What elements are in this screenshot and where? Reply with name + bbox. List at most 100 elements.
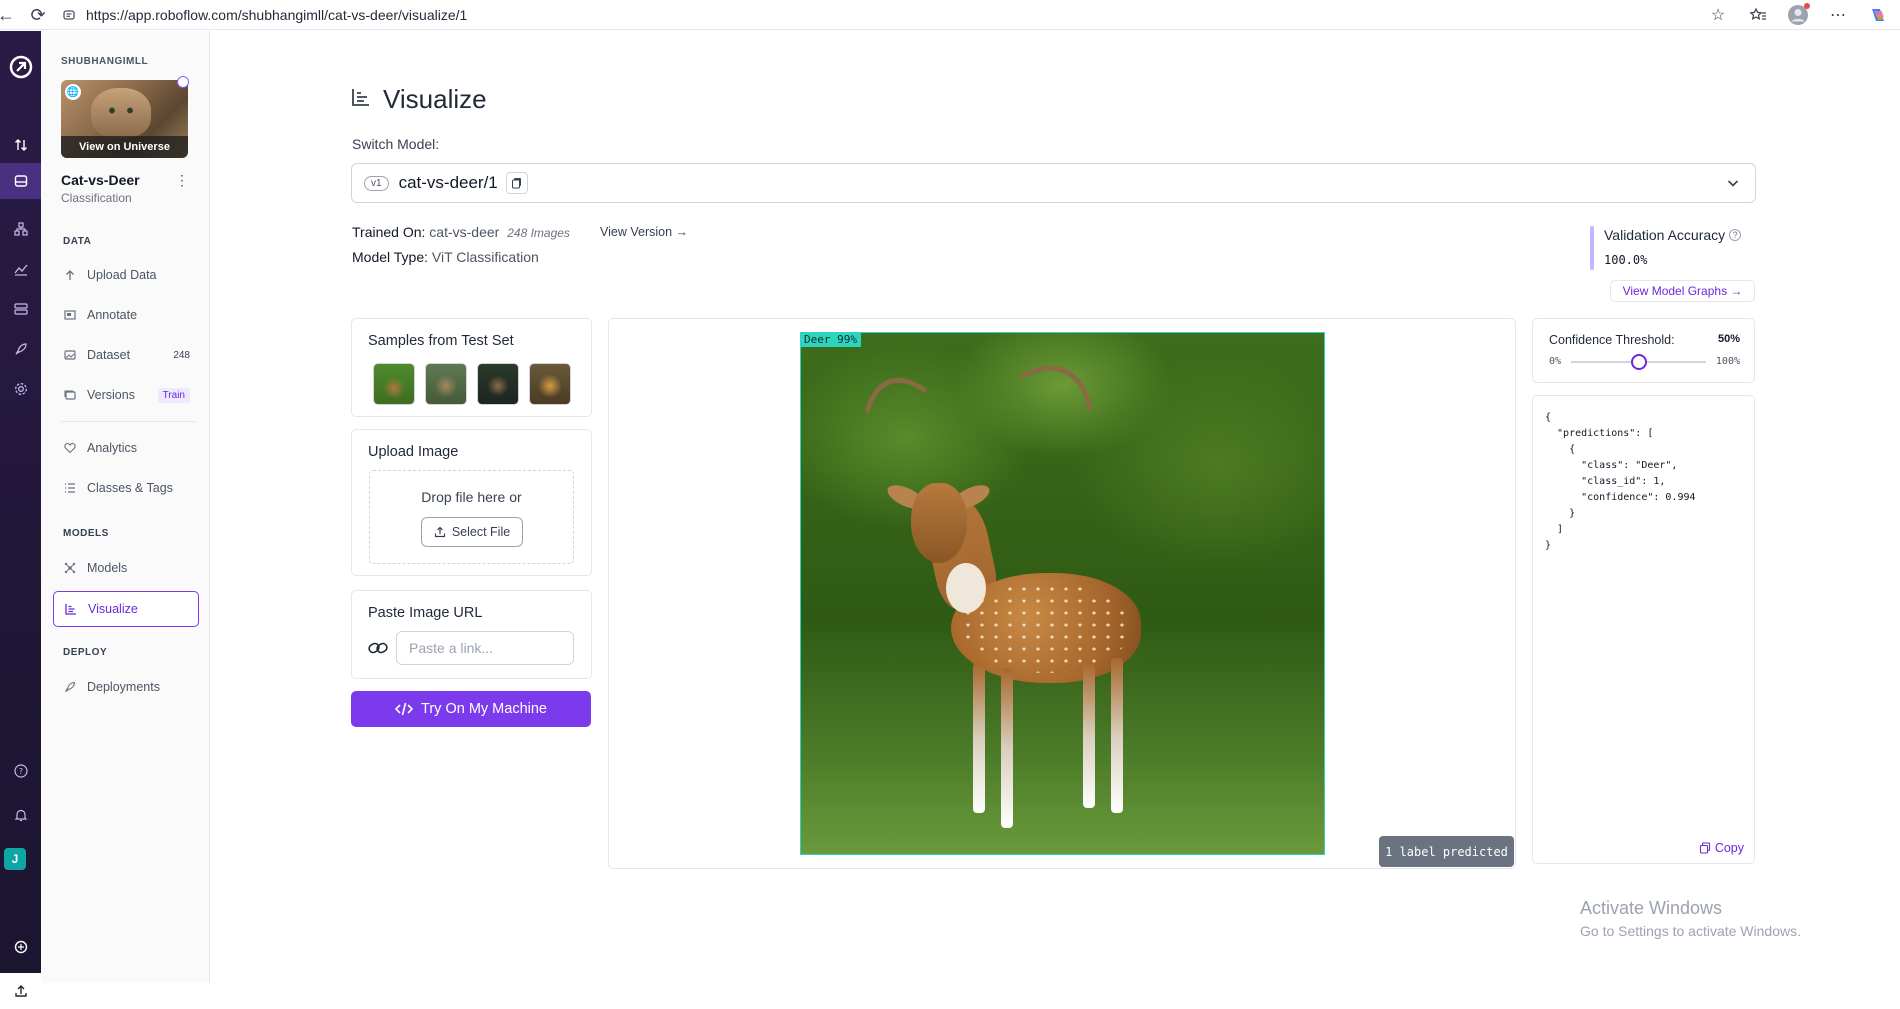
favorites-icon[interactable] <box>1742 1 1774 29</box>
sample-thumbnail[interactable] <box>529 363 571 405</box>
rocket-icon[interactable] <box>0 331 41 367</box>
link-icon <box>368 642 388 654</box>
validation-accuracy-label: Validation Accuracy ? <box>1604 227 1742 243</box>
workspace-name[interactable]: SHUBHANGIMLL <box>61 56 148 67</box>
transfer-icon[interactable] <box>0 127 41 163</box>
labels-predicted-chip: 1 label predicted <box>1379 836 1514 867</box>
upload-icon <box>434 526 445 538</box>
copilot-icon[interactable] <box>1862 1 1894 29</box>
help-icon[interactable]: ? <box>0 753 41 789</box>
train-badge[interactable]: Train <box>157 387 190 403</box>
confidence-label: Confidence Threshold: <box>1549 333 1675 347</box>
more-options-icon[interactable]: ⋯ <box>1822 1 1854 29</box>
image-url-input[interactable] <box>396 631 574 665</box>
docs-icon[interactable] <box>0 929 41 965</box>
copy-model-id-button[interactable] <box>505 172 528 194</box>
deer-chest <box>946 563 986 613</box>
view-version-link[interactable]: View Version → <box>600 225 688 239</box>
prediction-image <box>800 332 1325 855</box>
site-info-icon[interactable] <box>58 4 80 26</box>
json-output: { "predictions": [ { "class": "Deer", "c… <box>1545 412 1696 551</box>
project-thumbnail[interactable]: 🌐 View on Universe <box>61 80 188 158</box>
trained-on-row: Trained On: cat-vs-deer 248 Images <box>352 224 570 240</box>
model-type-value: ViT Classification <box>431 249 539 265</box>
monitoring-icon[interactable] <box>0 251 41 287</box>
address-bar[interactable]: https://app.roboflow.com/shubhangimll/ca… <box>58 3 1738 27</box>
confidence-card: Confidence Threshold: 50% 0% 100% <box>1532 318 1755 383</box>
sidebar-item-versions[interactable]: Versions Train <box>53 379 198 411</box>
deployments-rail-icon[interactable] <box>0 291 41 327</box>
image-count: 248 Images <box>507 226 570 240</box>
cat-thumbnail-image <box>91 88 151 138</box>
reload-icon[interactable]: ⟳ <box>24 1 52 29</box>
json-output-card: { "predictions": [ { "class": "Deer", "c… <box>1532 395 1755 864</box>
workflows-icon[interactable] <box>0 211 41 247</box>
upload-rail-icon[interactable] <box>0 973 41 1009</box>
sidebar-item-upload[interactable]: Upload Data <box>53 259 198 291</box>
back-icon[interactable]: ← <box>0 1 20 29</box>
try-button-label: Try On My Machine <box>421 701 547 717</box>
roboflow-logo-icon[interactable] <box>0 49 41 85</box>
chevron-down-icon[interactable] <box>1725 175 1741 196</box>
dataset-count-badge: 248 <box>173 349 190 361</box>
sample-thumbnail[interactable] <box>373 363 415 405</box>
browser-toolbar: ← ⟳ https://app.roboflow.com/shubhangiml… <box>0 0 1900 30</box>
url-row <box>368 631 574 665</box>
sidebar-item-label: Upload Data <box>87 268 157 282</box>
select-file-label: Select File <box>451 525 511 539</box>
sample-thumbnail[interactable] <box>425 363 467 405</box>
sidebar-item-annotate[interactable]: Annotate <box>53 299 198 331</box>
sidebar-item-label: Deployments <box>87 680 160 694</box>
deer-leg <box>1111 658 1123 813</box>
deer-head <box>911 483 967 563</box>
sample-thumbnail[interactable] <box>477 363 519 405</box>
notification-dot-icon <box>1804 3 1810 9</box>
samples-title: Samples from Test Set <box>368 333 514 349</box>
model-type-label: Model Type: <box>352 249 429 265</box>
page-title-text: Visualize <box>383 84 487 114</box>
bell-icon[interactable] <box>0 797 41 833</box>
page-title: Visualize <box>351 84 487 115</box>
deer-leg <box>1083 663 1095 808</box>
confidence-max: 100% <box>1715 356 1740 367</box>
try-on-my-machine-button[interactable]: Try On My Machine <box>351 691 591 727</box>
sidebar-item-label: Visualize <box>88 602 138 616</box>
sidebar-item-deployments[interactable]: Deployments <box>53 671 198 703</box>
project-sidebar: SHUBHANGIMLL 🌐 View on Universe Cat-vs-D… <box>41 31 210 983</box>
sidebar-item-models[interactable]: Models <box>53 552 198 584</box>
section-models: MODELS <box>63 528 109 539</box>
profile-icon[interactable] <box>1782 1 1814 29</box>
sidebar-item-dataset[interactable]: Dataset 248 <box>53 339 198 371</box>
heart-pulse-icon <box>63 441 77 455</box>
sidebar-item-analytics[interactable]: Analytics <box>53 432 198 464</box>
favorite-star-icon[interactable]: ☆ <box>1702 1 1734 29</box>
file-drop-zone[interactable]: Drop file here or Select File <box>369 470 574 564</box>
copy-json-button[interactable]: Copy <box>1699 841 1744 855</box>
bbox-label: Deer 99% <box>800 332 861 347</box>
help-icon[interactable]: ? <box>1729 229 1742 241</box>
view-on-universe-button[interactable]: View on Universe <box>61 136 188 158</box>
sidebar-item-visualize[interactable]: Visualize <box>53 591 199 627</box>
section-data: DATA <box>63 236 92 247</box>
view-model-graphs-button[interactable]: View Model Graphs → <box>1610 280 1755 302</box>
projects-icon[interactable] <box>0 163 41 199</box>
select-file-button[interactable]: Select File <box>421 517 523 547</box>
activate-windows-title: Activate Windows <box>1580 898 1723 918</box>
switch-model-label: Switch Model: <box>352 136 440 152</box>
drop-text: Drop file here or <box>421 489 522 505</box>
sidebar-item-label: Classes & Tags <box>87 481 173 495</box>
windows-activation-watermark: Activate Windows Go to Settings to activ… <box>1580 898 1801 939</box>
confidence-slider-thumb[interactable] <box>1630 354 1647 370</box>
project-menu-icon[interactable]: ⋮ <box>174 171 190 189</box>
user-avatar[interactable]: J <box>4 848 26 870</box>
code-icon <box>395 702 414 716</box>
paste-url-card: Paste Image URL <box>351 590 592 679</box>
section-deploy: DEPLOY <box>63 647 108 658</box>
settings-icon[interactable] <box>0 371 41 407</box>
sidebar-item-classes[interactable]: Classes & Tags <box>53 472 198 504</box>
sidebar-item-label: Models <box>87 561 128 575</box>
versions-icon <box>63 388 77 402</box>
list-icon <box>63 481 77 495</box>
upload-icon <box>63 268 77 282</box>
model-select[interactable]: v1 cat-vs-deer/1 <box>351 163 1756 203</box>
